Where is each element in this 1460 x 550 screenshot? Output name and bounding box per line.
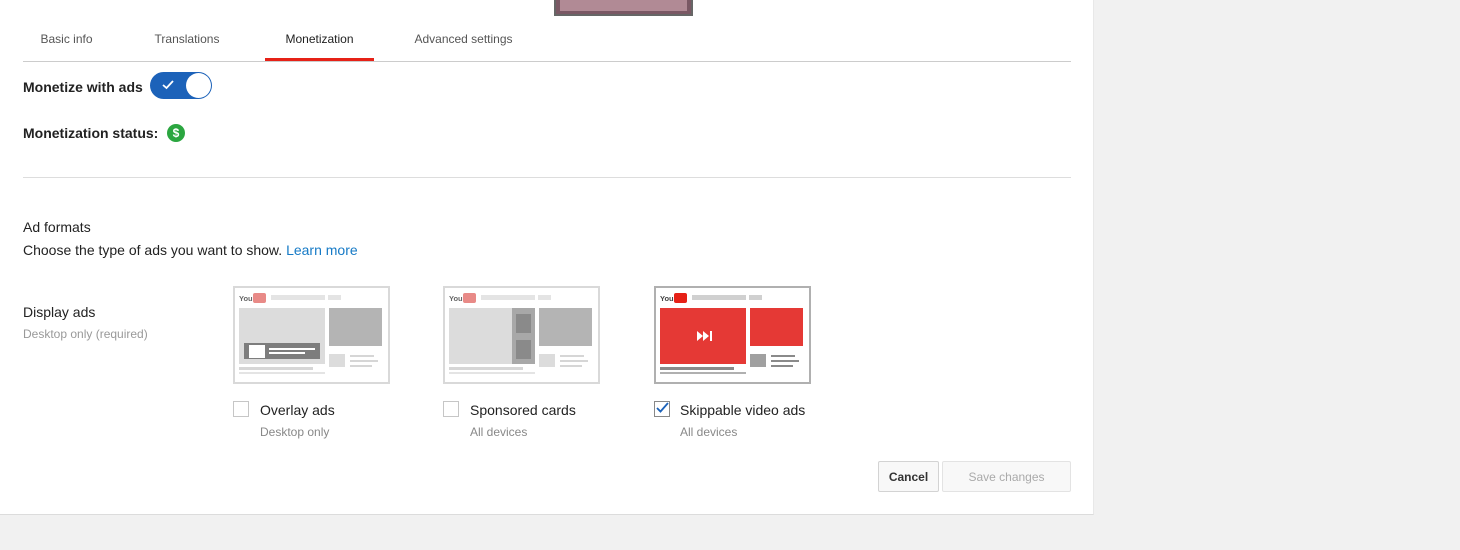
overlay-ads-label[interactable]: Overlay ads xyxy=(260,402,335,418)
dollar-circle-icon: $ xyxy=(167,124,185,142)
cancel-button[interactable]: Cancel xyxy=(878,461,939,492)
tab-basic-info[interactable]: Basic info xyxy=(23,32,110,61)
display-ads-note: Desktop only (required) xyxy=(23,327,148,341)
check-icon xyxy=(162,80,174,90)
ad-formats-description-text: Choose the type of ads you want to show. xyxy=(23,242,283,258)
ad-formats-heading: Ad formats xyxy=(23,219,91,235)
tab-translations[interactable]: Translations xyxy=(136,32,238,61)
monetize-with-ads-label: Monetize with ads xyxy=(23,79,143,95)
toggle-knob xyxy=(186,73,211,98)
monetization-status-label: Monetization status: xyxy=(23,125,159,141)
sponsored-cards-sub: All devices xyxy=(470,425,528,439)
video-settings-panel: Basic info Translations Monetization Adv… xyxy=(0,0,1094,515)
svg-text:You: You xyxy=(660,294,674,303)
checkmark-icon xyxy=(656,402,669,413)
sponsored-cards-label[interactable]: Sponsored cards xyxy=(470,402,576,418)
learn-more-link[interactable]: Learn more xyxy=(286,242,358,258)
save-changes-button[interactable]: Save changes xyxy=(942,461,1071,492)
sponsored-cards-graphic: You xyxy=(449,293,592,374)
skippable-video-ads-illustration[interactable]: You xyxy=(654,286,811,384)
sponsored-cards-illustration[interactable]: You xyxy=(443,286,600,384)
overlay-ads-illustration[interactable]: You xyxy=(233,286,390,384)
overlay-ads-sub: Desktop only xyxy=(260,425,330,439)
skippable-video-ads-checkbox[interactable] xyxy=(654,401,670,417)
display-ads-label: Display ads xyxy=(23,304,96,320)
skippable-video-ads-graphic: You xyxy=(660,293,803,374)
section-divider xyxy=(23,177,1071,178)
overlay-ads-checkbox[interactable] xyxy=(233,401,249,417)
ad-formats-description: Choose the type of ads you want to show.… xyxy=(23,242,358,258)
monetize-toggle[interactable] xyxy=(150,72,212,99)
skippable-video-ads-label[interactable]: Skippable video ads xyxy=(680,402,805,418)
overlay-ads-graphic: You xyxy=(239,293,382,374)
svg-text:You: You xyxy=(449,294,463,303)
tab-monetization[interactable]: Monetization xyxy=(265,32,374,61)
settings-tabs: Basic info Translations Monetization Adv… xyxy=(23,0,1071,62)
svg-text:You: You xyxy=(239,294,253,303)
tab-advanced-settings[interactable]: Advanced settings xyxy=(405,32,522,61)
skippable-video-ads-sub: All devices xyxy=(680,425,738,439)
sponsored-cards-checkbox[interactable] xyxy=(443,401,459,417)
